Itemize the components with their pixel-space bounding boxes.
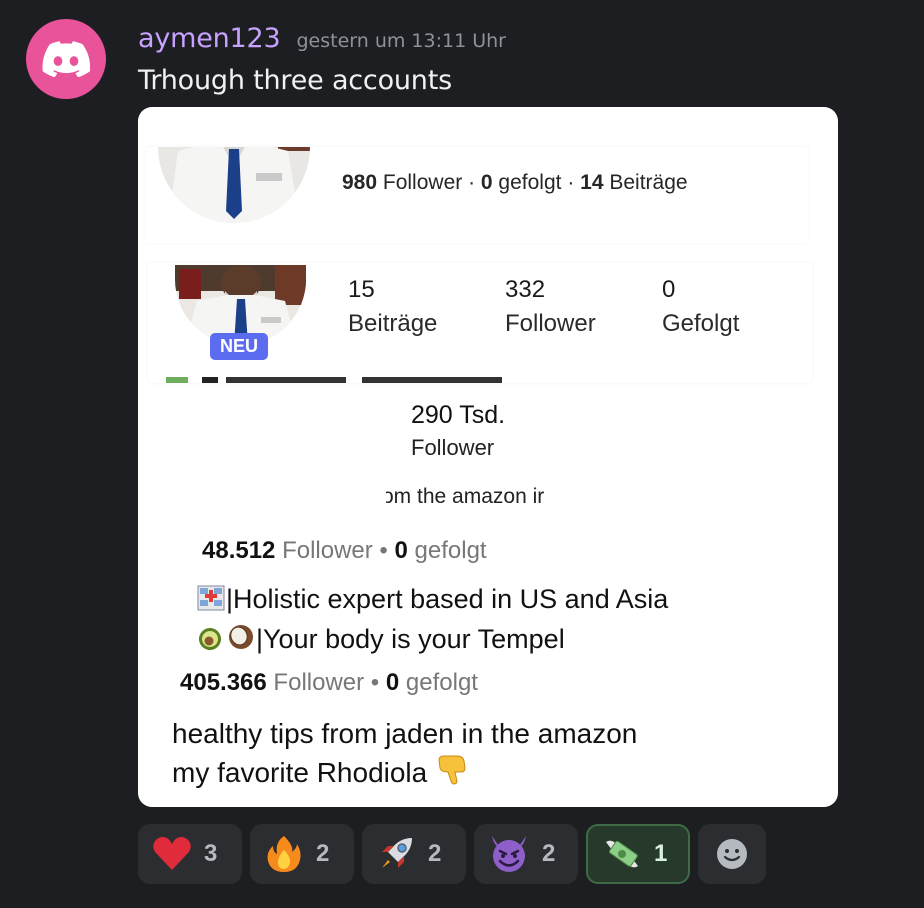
- screenshot-crop-2: NEU 15 Beiträge 332 Follower 0 Gefolgt: [148, 263, 812, 383]
- followers-count: 290 Tsd.: [411, 401, 506, 429]
- message-header: aymen123 gestern um 13:11 Uhr: [138, 20, 506, 58]
- following-count: 0: [385, 669, 400, 696]
- heart-icon: [153, 837, 191, 870]
- bio-text-2: |Your body is your Tempel: [256, 624, 565, 654]
- message-text: Trhough three accounts: [138, 65, 452, 96]
- reaction-count: 2: [316, 840, 330, 867]
- following-label: gefolgt ·: [492, 171, 581, 194]
- followers-label: Follower: [411, 435, 495, 460]
- username[interactable]: aymen123: [138, 20, 281, 58]
- posts-label: Beiträge: [603, 171, 688, 194]
- posts-count: 14: [580, 171, 604, 194]
- bio-line-1: healthy tips from jaden in the amazon: [172, 718, 638, 749]
- money-with-wings-icon: [606, 840, 638, 868]
- reaction-count: 3: [204, 840, 218, 867]
- following-count: 0: [394, 537, 408, 564]
- coconut-icon: [226, 622, 256, 659]
- hospital-icon: [196, 582, 226, 621]
- bio-line-1: |Holistic expert based in US and Asia: [196, 581, 668, 621]
- cropped-bio-line: [166, 373, 526, 383]
- reactions-bar: 3 2 2 2 1: [138, 824, 766, 884]
- following-count: 0: [662, 276, 676, 303]
- add-reaction-icon: [717, 839, 747, 869]
- discord-logo-icon: [42, 41, 90, 77]
- followers-label: Follower •: [266, 669, 386, 696]
- avocado-icon: [196, 622, 226, 659]
- cropped-bio-line: om the amazon ir: [386, 487, 545, 503]
- smiling-devil-icon: [492, 836, 526, 872]
- profile-stats: 980 Follower · 0 gefolgt · 14 Beiträge: [342, 171, 688, 195]
- add-reaction-button[interactable]: [698, 824, 766, 884]
- rocket-icon: [382, 838, 412, 868]
- posts-stat: 15 Beiträge: [348, 273, 437, 341]
- posts-label: Beiträge: [348, 310, 438, 337]
- followers-count: 980: [342, 171, 378, 194]
- followers-label: Follower •: [275, 537, 395, 564]
- bio-line-2: |Your body is your Tempel: [196, 621, 668, 659]
- posts-count: 15: [348, 276, 375, 303]
- reaction-count: 2: [542, 840, 556, 867]
- screenshot-crop-1: 980 Follower · 0 gefolgt · 14 Beiträge: [146, 147, 808, 243]
- followers-label: Follower: [505, 310, 596, 337]
- following-label: Gefolgt: [662, 310, 740, 337]
- reaction-count: 1: [654, 840, 668, 867]
- timestamp[interactable]: gestern um 13:11 Uhr: [296, 22, 506, 60]
- profile-photo: [158, 147, 310, 223]
- user-avatar[interactable]: [26, 19, 106, 99]
- profile-bio: healthy tips from jaden in the amazon my…: [172, 715, 637, 795]
- followers-label: Follower ·: [377, 171, 481, 194]
- reaction-count: 2: [428, 840, 442, 867]
- reaction-heart[interactable]: 3: [138, 824, 242, 884]
- reaction-rocket[interactable]: 2: [362, 824, 466, 884]
- following-stat: 0 Gefolgt: [662, 273, 739, 341]
- reaction-devil[interactable]: 2: [474, 824, 578, 884]
- screenshot-crop-5: 405.366 Follower • 0 gefolgt healthy tip…: [146, 659, 830, 807]
- followers-count: 405.366: [180, 669, 267, 696]
- screenshot-crop-3: 290 Tsd. Follower om the amazon ir: [386, 397, 566, 507]
- profile-stats: 48.512 Follower • 0 gefolgt: [202, 537, 487, 565]
- profile-bio: |Holistic expert based in US and Asia |Y…: [196, 581, 668, 659]
- reaction-money-with-wings[interactable]: 1: [586, 824, 690, 884]
- followers-count: 332: [505, 276, 546, 303]
- new-badge: NEU: [210, 333, 269, 360]
- image-attachment[interactable]: 980 Follower · 0 gefolgt · 14 Beiträge N…: [138, 107, 838, 807]
- bio-text-1: |Holistic expert based in US and Asia: [226, 584, 669, 614]
- reaction-fire[interactable]: 2: [250, 824, 354, 884]
- bio-line-2: my favorite Rhodiola: [172, 752, 637, 795]
- pointing-down-hand-icon: [435, 752, 469, 795]
- following-count: 0: [480, 171, 493, 194]
- following-label: gefolgt: [399, 669, 478, 696]
- fire-icon: [267, 836, 301, 872]
- profile-stats: 405.366 Follower • 0 gefolgt: [180, 669, 478, 697]
- screenshot-crop-4: 48.512 Follower • 0 gefolgt |Holistic ex…: [172, 529, 812, 659]
- following-label: gefolgt: [407, 537, 487, 564]
- followers-count: 48.512: [202, 537, 276, 564]
- followers-stat: 332 Follower: [505, 273, 596, 341]
- bio-text-2: my favorite Rhodiola: [172, 757, 428, 788]
